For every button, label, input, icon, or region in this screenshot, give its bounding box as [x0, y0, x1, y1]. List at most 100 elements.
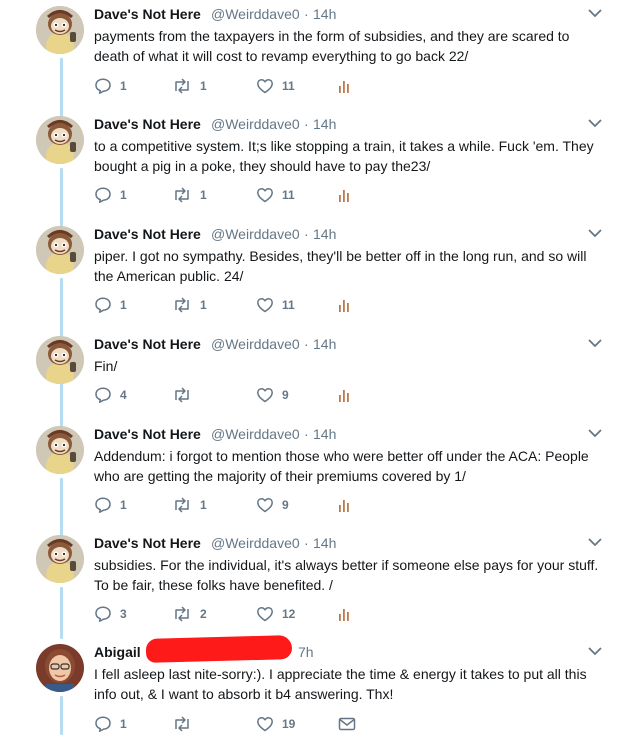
- retweet-button[interactable]: [172, 385, 200, 405]
- avatar-dave[interactable]: [36, 6, 84, 54]
- timestamp[interactable]: 7h: [298, 644, 314, 660]
- like-count: 11: [282, 79, 295, 93]
- chevron-down-icon[interactable]: [588, 228, 602, 238]
- author-handle[interactable]: @Weirddave0: [211, 6, 300, 22]
- like-button[interactable]: 11: [256, 76, 295, 96]
- avatar-dave[interactable]: [36, 336, 84, 384]
- reply-button[interactable]: 1: [94, 185, 127, 205]
- retweet-button[interactable]: 1: [172, 185, 207, 205]
- meta-dot: ·: [304, 6, 309, 22]
- chevron-down-icon[interactable]: [588, 428, 602, 438]
- author-handle[interactable]: @Weirddave0: [211, 116, 300, 132]
- author-handle[interactable]: @Weirddave0: [211, 336, 300, 352]
- analytics-button[interactable]: [338, 76, 352, 96]
- tweet-text: Addendum: i forgot to mention those who …: [94, 448, 589, 484]
- reply-icon: [94, 386, 112, 404]
- envelope-icon: [338, 716, 356, 732]
- analytics-button[interactable]: [338, 295, 352, 315]
- reply-count: 1: [120, 717, 127, 731]
- analytics-icon: [338, 496, 352, 514]
- reply-button[interactable]: 1: [94, 295, 127, 315]
- author-name[interactable]: Dave's Not Here: [94, 116, 201, 132]
- heart-icon: [256, 186, 274, 204]
- tweet-text: I fell asleep last nite-sorry:). I appre…: [94, 666, 587, 702]
- like-count: 12: [282, 607, 296, 621]
- analytics-icon: [338, 186, 352, 204]
- timestamp[interactable]: 14h: [313, 336, 336, 352]
- tweet-actions: 1 1 9: [94, 495, 394, 515]
- like-button[interactable]: 12: [256, 604, 295, 624]
- tweet[interactable]: Dave's Not Here @Weirddave0 · 14h subsid…: [0, 529, 634, 639]
- author-name[interactable]: Dave's Not Here: [94, 426, 201, 442]
- author-name[interactable]: Abigail: [94, 644, 141, 660]
- avatar-dave[interactable]: [36, 116, 84, 164]
- analytics-icon: [338, 386, 352, 404]
- analytics-button[interactable]: [338, 604, 352, 624]
- tweet-actions: 3 2 12: [94, 604, 394, 624]
- tweet-text: to a competitive system. It;s like stopp…: [94, 138, 594, 174]
- chevron-down-icon[interactable]: [588, 646, 602, 656]
- avatar-dave[interactable]: [36, 535, 84, 583]
- like-button[interactable]: 11: [256, 295, 295, 315]
- retweet-icon: [172, 77, 192, 95]
- chevron-down-icon[interactable]: [588, 8, 602, 18]
- reply-button[interactable]: 1: [94, 714, 127, 734]
- retweet-count: 1: [200, 498, 207, 512]
- like-button[interactable]: 9: [256, 495, 289, 515]
- chevron-down-icon[interactable]: [588, 338, 602, 348]
- timestamp[interactable]: 14h: [313, 426, 336, 442]
- author-name[interactable]: Dave's Not Here: [94, 226, 201, 242]
- timestamp[interactable]: 14h: [313, 116, 336, 132]
- tweet-text: subsidies. For the individual, it's alwa…: [94, 557, 599, 593]
- direct-message-button[interactable]: [338, 714, 356, 734]
- reply-button[interactable]: 3: [94, 604, 127, 624]
- timestamp[interactable]: 14h: [313, 6, 336, 22]
- avatar-dave[interactable]: [36, 226, 84, 274]
- author-name[interactable]: Dave's Not Here: [94, 336, 201, 352]
- chevron-down-icon[interactable]: [588, 118, 602, 128]
- avatar-dave[interactable]: [36, 426, 84, 474]
- retweet-icon: [172, 496, 192, 514]
- analytics-button[interactable]: [338, 185, 352, 205]
- like-count: 9: [282, 388, 289, 402]
- author-handle[interactable]: @Weirddave0: [211, 426, 300, 442]
- reply-icon: [94, 496, 112, 514]
- retweet-button[interactable]: 1: [172, 76, 207, 96]
- reply-button[interactable]: 1: [94, 76, 127, 96]
- avatar-abigail[interactable]: [36, 644, 84, 692]
- reply-button[interactable]: 1: [94, 495, 127, 515]
- heart-icon: [256, 715, 274, 733]
- tweet[interactable]: Abigail 7h I fell asleep last nite-sorry…: [0, 638, 634, 735]
- timestamp[interactable]: 14h: [313, 535, 336, 551]
- tweet-actions: 1 1 11: [94, 76, 394, 96]
- author-handle[interactable]: @Weirddave0: [211, 535, 300, 551]
- reply-count: 3: [120, 607, 127, 621]
- tweet-text: piper. I got no sympathy. Besides, they'…: [94, 248, 587, 284]
- like-button[interactable]: 19: [256, 714, 295, 734]
- like-button[interactable]: 9: [256, 385, 289, 405]
- tweet-text: payments from the taxpayers in the form …: [94, 28, 570, 64]
- retweet-button[interactable]: 2: [172, 604, 207, 624]
- retweet-icon: [172, 715, 192, 733]
- tweet[interactable]: Dave's Not Here @Weirddave0 · 14h Addend…: [0, 420, 634, 530]
- chevron-down-icon[interactable]: [588, 537, 602, 547]
- author-name[interactable]: Dave's Not Here: [94, 6, 201, 22]
- analytics-button[interactable]: [338, 385, 352, 405]
- tweet[interactable]: Dave's Not Here @Weirddave0 · 14h to a c…: [0, 110, 634, 220]
- like-count: 9: [282, 498, 289, 512]
- author-handle[interactable]: @Weirddave0: [211, 226, 300, 242]
- author-name[interactable]: Dave's Not Here: [94, 535, 201, 551]
- retweet-icon: [172, 186, 192, 204]
- analytics-button[interactable]: [338, 495, 352, 515]
- tweet[interactable]: Dave's Not Here @Weirddave0 14h · paymen…: [0, 0, 634, 110]
- tweet[interactable]: Dave's Not Here @Weirddave0 · 14h piper.…: [0, 220, 634, 330]
- retweet-button[interactable]: [172, 714, 200, 734]
- retweet-button[interactable]: 1: [172, 295, 207, 315]
- reply-button[interactable]: 4: [94, 385, 127, 405]
- timestamp[interactable]: 14h: [313, 226, 336, 242]
- retweet-button[interactable]: 1: [172, 495, 207, 515]
- tweet[interactable]: Dave's Not Here @Weirddave0 · 14h Fin/ 4…: [0, 330, 634, 420]
- like-button[interactable]: 11: [256, 185, 295, 205]
- meta-dot: ·: [304, 535, 309, 551]
- heart-icon: [256, 296, 274, 314]
